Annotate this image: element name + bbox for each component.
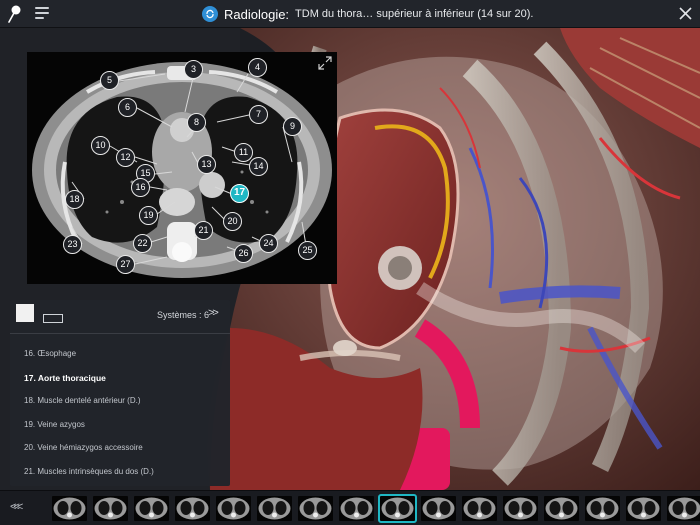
ct-marker-24[interactable]: 24 xyxy=(259,234,278,253)
ct-image-panel[interactable]: 3 4 5 6 7 8 9 10 11 12 13 14 15 16 17 18 19 20 21 22 23 24 25 2… xyxy=(27,52,337,284)
double-chevron-left-icon[interactable]: <<< xyxy=(10,501,23,513)
systems-count[interactable]: Systèmes : 6 xyxy=(157,310,209,320)
list-header: Systèmes : 6 >> xyxy=(10,300,230,334)
ct-marker-17[interactable]: 17 xyxy=(230,184,249,203)
structure-list-item[interactable]: 19. Veine azygos xyxy=(24,420,85,429)
expand-icon[interactable] xyxy=(318,56,332,70)
radiology-icon[interactable] xyxy=(202,6,218,22)
ct-marker-14[interactable]: 14 xyxy=(249,157,268,176)
ct-marker-10[interactable]: 10 xyxy=(91,136,110,155)
ct-marker-12[interactable]: 12 xyxy=(116,148,135,167)
page-title: Radiologie: xyxy=(224,6,290,22)
ct-marker-23[interactable]: 23 xyxy=(63,235,82,254)
slice-thumbnail[interactable] xyxy=(52,496,87,521)
ct-marker-16[interactable]: 16 xyxy=(131,178,150,197)
ct-marker-26[interactable]: 26 xyxy=(234,244,253,263)
ct-marker-4[interactable]: 4 xyxy=(248,58,267,77)
top-bar: Radiologie: TDM du thora… supérieur à in… xyxy=(0,0,700,28)
ct-marker-6[interactable]: 6 xyxy=(118,98,137,117)
pin-icon[interactable] xyxy=(8,5,22,23)
slice-thumbnail[interactable] xyxy=(585,496,620,521)
slice-thumbnail[interactable] xyxy=(462,496,497,521)
slice-thumbnail[interactable] xyxy=(378,494,417,523)
ct-marker-19[interactable]: 19 xyxy=(139,206,158,225)
structure-list-panel: Systèmes : 6 >> 16. Œsophage 17. Aorte th… xyxy=(10,300,230,486)
ct-marker-7[interactable]: 7 xyxy=(249,105,268,124)
ct-marker-9[interactable]: 9 xyxy=(283,117,302,136)
ct-marker-20[interactable]: 20 xyxy=(223,212,242,231)
ct-marker-21[interactable]: 21 xyxy=(194,221,213,240)
page-subtitle: TDM du thora… supérieur à inférieur (14 … xyxy=(295,8,534,20)
ct-marker-25[interactable]: 25 xyxy=(298,241,317,260)
structure-list-item[interactable]: 18. Muscle dentelé antérieur (D.) xyxy=(24,396,141,405)
structure-list-item[interactable]: 21. Muscles intrinsèques du dos (D.) xyxy=(24,467,154,476)
view-mode-wide-button[interactable] xyxy=(43,314,63,323)
slice-thumbnail[interactable] xyxy=(216,496,251,521)
slice-thumbnail[interactable] xyxy=(339,496,374,521)
ct-marker-5[interactable]: 5 xyxy=(100,71,119,90)
slice-thumbnail[interactable] xyxy=(257,496,292,521)
view-mode-square-button[interactable] xyxy=(16,304,34,322)
slice-thumbnail[interactable] xyxy=(175,496,210,521)
slice-thumbnail[interactable] xyxy=(503,496,538,521)
slice-thumbnail[interactable] xyxy=(667,496,700,521)
slice-thumbnail[interactable] xyxy=(298,496,333,521)
ct-marker-18[interactable]: 18 xyxy=(65,190,84,209)
close-icon[interactable] xyxy=(679,7,692,20)
ct-marker-11[interactable]: 11 xyxy=(234,143,253,162)
slice-thumbnail[interactable] xyxy=(93,496,128,521)
title-group: Radiologie: TDM du thora… supérieur à in… xyxy=(202,0,533,28)
slice-thumbnail[interactable] xyxy=(626,496,661,521)
ct-marker-3[interactable]: 3 xyxy=(184,60,203,79)
ct-marker-8[interactable]: 8 xyxy=(187,113,206,132)
slice-thumbnail[interactable] xyxy=(544,496,579,521)
menu-icon[interactable] xyxy=(35,7,49,21)
chevron-right-icon[interactable]: >> xyxy=(208,307,219,319)
ct-marker-13[interactable]: 13 xyxy=(197,155,216,174)
app-window: Radiologie: TDM du thora… supérieur à in… xyxy=(0,0,700,525)
ct-marker-27[interactable]: 27 xyxy=(116,255,135,274)
slice-thumbnail[interactable] xyxy=(134,496,169,521)
structure-list-item[interactable]: 16. Œsophage xyxy=(24,349,76,358)
slice-strip: <<< xyxy=(0,490,700,525)
structure-list-item[interactable]: 17. Aorte thoracique xyxy=(24,373,106,383)
slice-thumbnail[interactable] xyxy=(421,496,456,521)
structure-list-item[interactable]: 20. Veine hémiazygos accessoire xyxy=(24,443,143,452)
ct-marker-22[interactable]: 22 xyxy=(133,234,152,253)
